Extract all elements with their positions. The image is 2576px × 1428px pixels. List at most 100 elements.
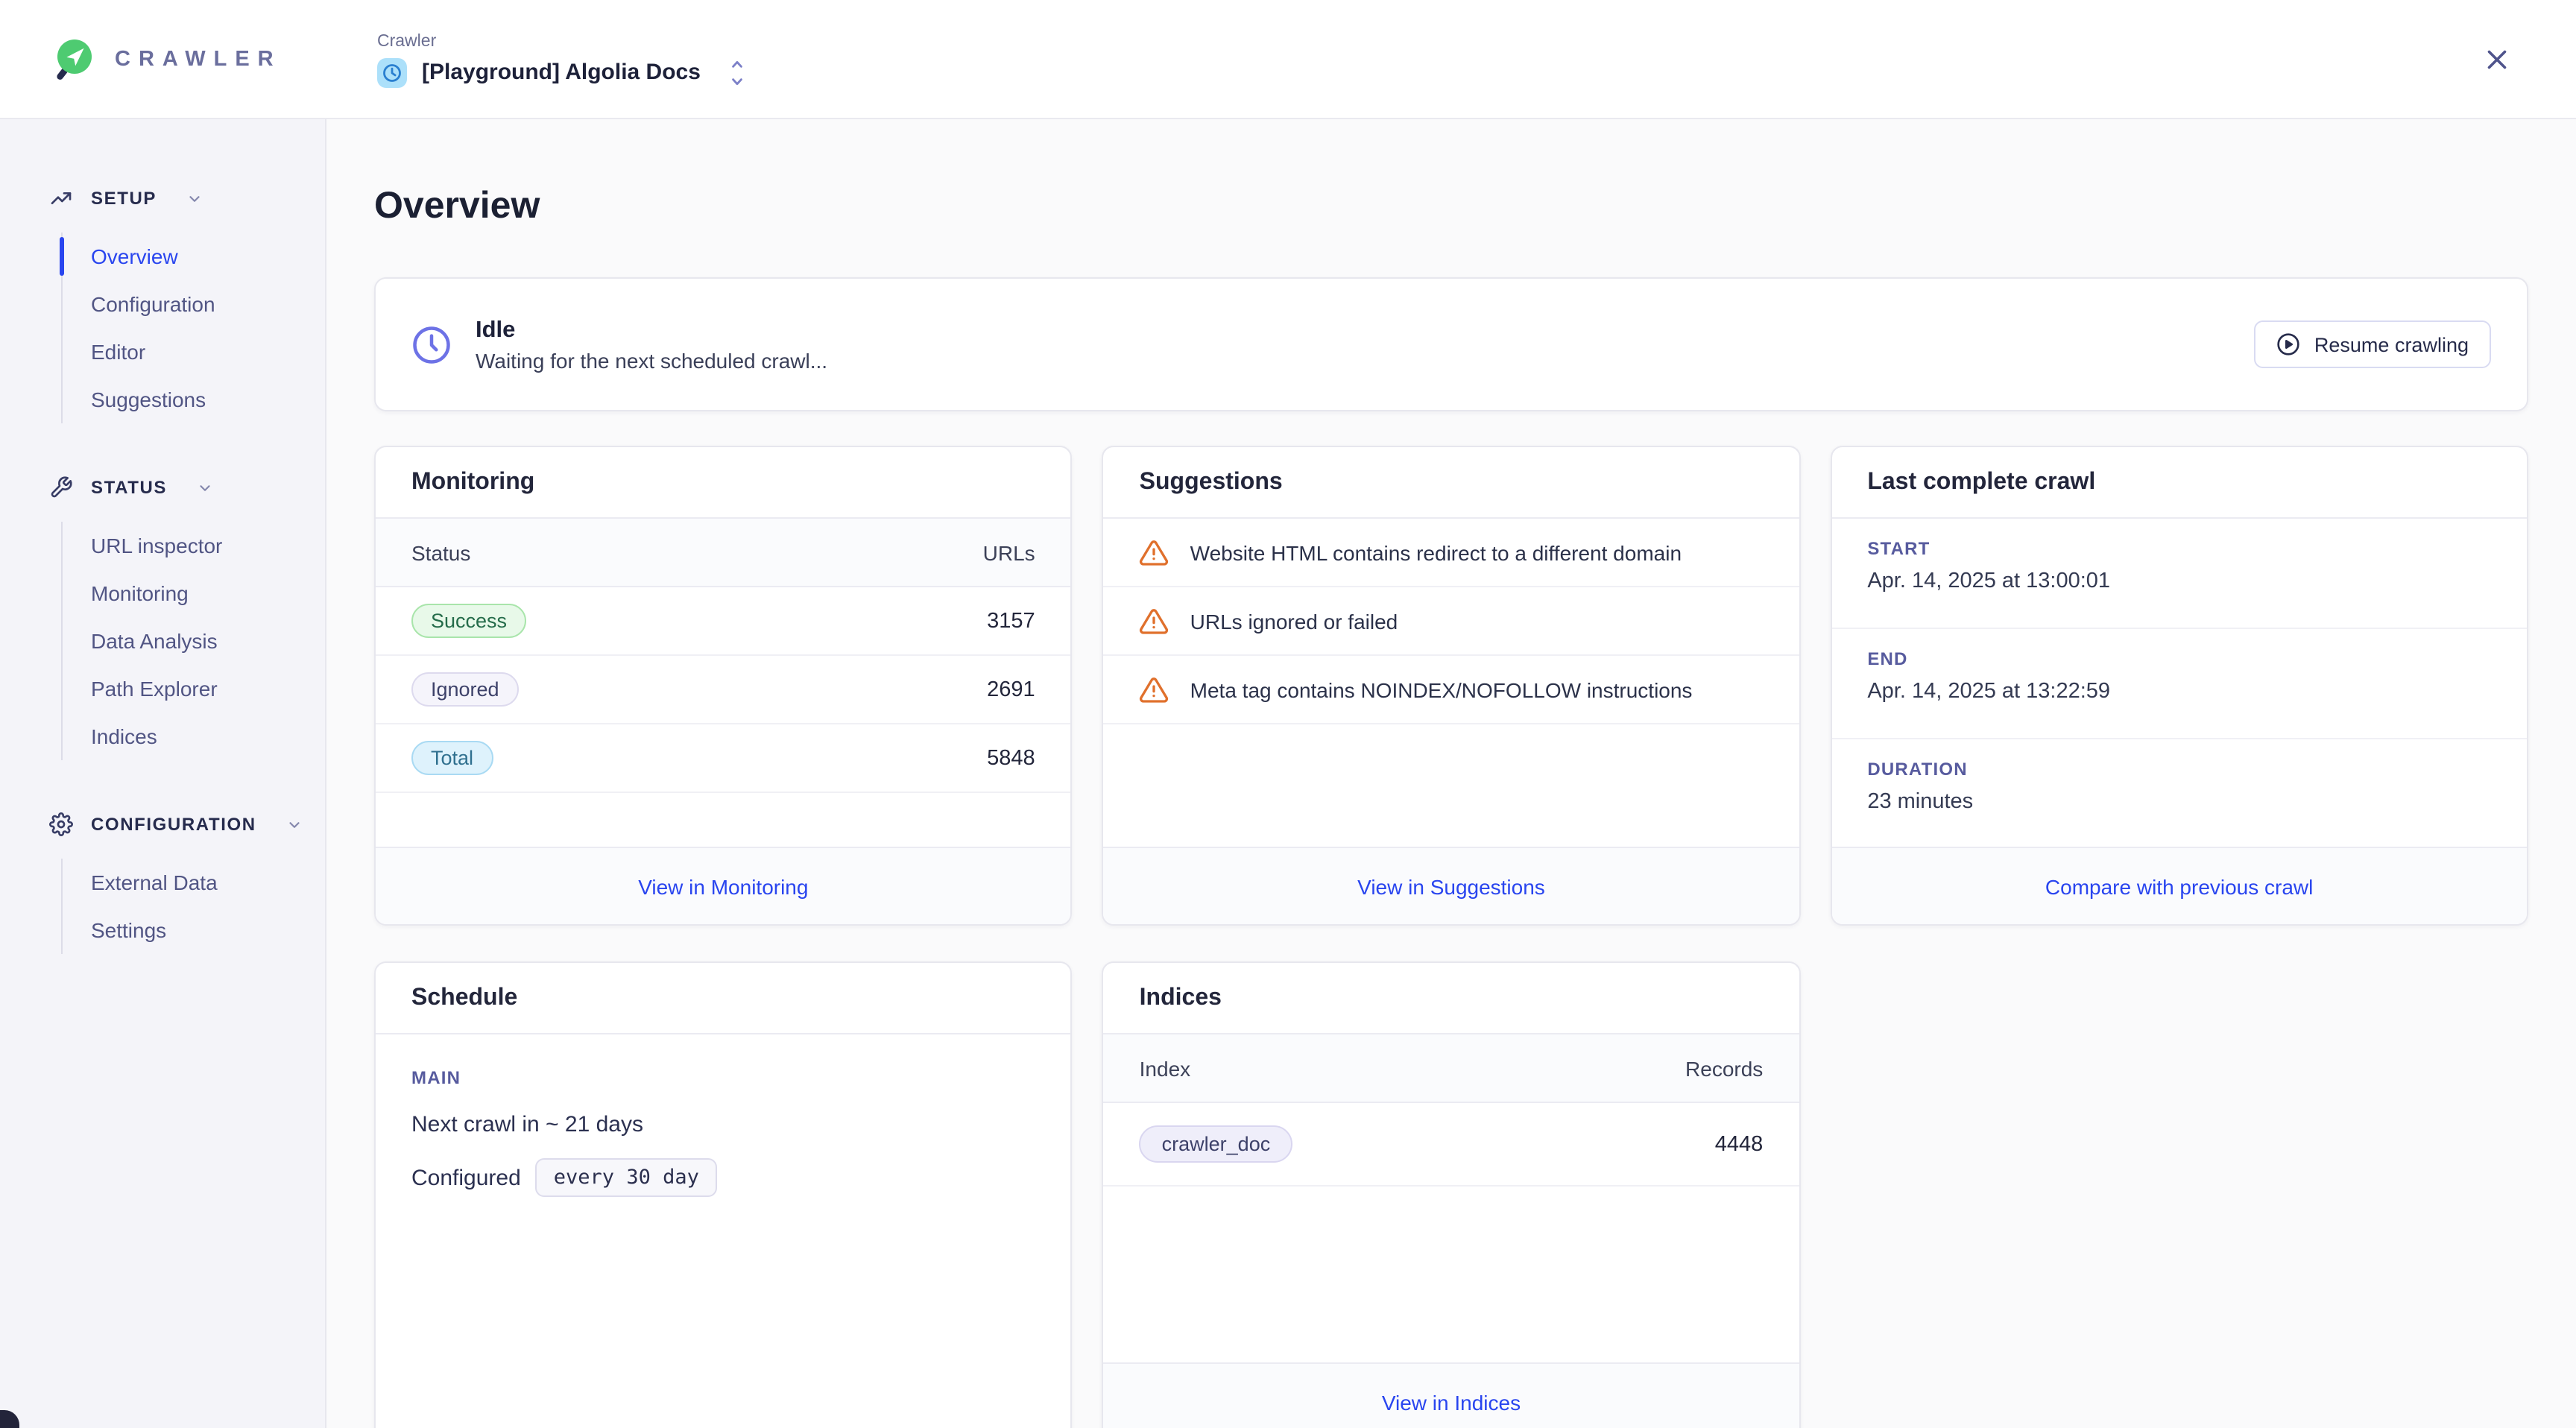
sidebar-section-label: SETUP	[91, 188, 157, 209]
sidebar-section-status-header[interactable]: STATUS	[49, 468, 325, 507]
monitoring-card-header: Monitoring	[376, 447, 1071, 519]
schedule-card: Schedule MAIN Next crawl in ~ 21 days Co…	[374, 961, 1073, 1428]
suggestions-card-header: Suggestions	[1104, 447, 1799, 519]
breadcrumb-label: Crawler	[377, 32, 747, 50]
schedule-card-header: Schedule	[376, 963, 1071, 1034]
crawler-selector[interactable]: [Playground] Algolia Docs	[377, 57, 747, 87]
column-urls: URLs	[983, 540, 1035, 564]
crawler-logo-text: CRAWLER	[115, 48, 282, 72]
urls-count: 3157	[987, 609, 1035, 633]
last-crawl-start-row: START Apr. 14, 2025 at 13:00:01	[1831, 519, 2527, 629]
sidebar-item-settings[interactable]: Settings	[63, 906, 325, 954]
sidebar-item-external-data[interactable]: External Data	[63, 859, 325, 906]
field-label: START	[1867, 538, 2491, 559]
field-value: 23 minutes	[1867, 790, 2491, 814]
crawler-selector-name: [Playground] Algolia Docs	[422, 60, 701, 85]
column-index: Index	[1140, 1056, 1191, 1080]
crawler-app: CRAWLER Crawler [Playground] Algolia Doc…	[0, 0, 2576, 1428]
configured-label: Configured	[411, 1165, 521, 1190]
sidebar-item-editor[interactable]: Editor	[63, 328, 325, 376]
sidebar-section-setup-header[interactable]: SETUP	[49, 179, 325, 218]
last-crawl-card-title: Last complete crawl	[1867, 469, 2095, 496]
chevron-down-icon	[197, 479, 213, 496]
resume-crawling-button[interactable]: Resume crawling	[2255, 320, 2491, 368]
crawler-clock-chip-icon	[377, 57, 407, 87]
topbar: CRAWLER Crawler [Playground] Algolia Doc…	[0, 0, 2576, 119]
indices-card-header: Indices	[1104, 963, 1799, 1034]
indices-card: Indices Index Records crawler_doc 4448	[1102, 961, 1801, 1428]
breadcrumb: Crawler [Playground] Algolia Docs	[377, 0, 747, 119]
field-value: Apr. 14, 2025 at 13:00:01	[1867, 569, 2491, 593]
warning-triangle-icon	[1140, 674, 1169, 704]
schedule-card-title: Schedule	[411, 985, 517, 1011]
last-crawl-card: Last complete crawl START Apr. 14, 2025 …	[1830, 446, 2528, 926]
view-in-suggestions-link[interactable]: View in Suggestions	[1357, 874, 1545, 898]
status-badge-total: Total	[411, 741, 493, 775]
crawl-status-state: Idle	[476, 317, 827, 344]
sidebar-item-overview[interactable]: Overview	[63, 233, 325, 280]
table-row: crawler_doc 4448	[1104, 1103, 1799, 1187]
view-in-indices-link[interactable]: View in Indices	[1382, 1390, 1521, 1414]
sidebar-section-label: CONFIGURATION	[91, 814, 256, 835]
chevron-updown-icon	[727, 57, 747, 87]
sidebar-section-setup: SETUP Overview Configuration Editor Sugg…	[49, 179, 325, 423]
sidebar-section-status: STATUS URL inspector Monitoring Data Ana…	[49, 468, 325, 760]
suggestion-item: Meta tag contains NOINDEX/NOFOLLOW instr…	[1104, 656, 1799, 724]
view-in-monitoring-link[interactable]: View in Monitoring	[638, 874, 808, 898]
status-badge-ignored: Ignored	[411, 672, 519, 707]
close-icon[interactable]	[2484, 46, 2510, 73]
compare-previous-crawl-link[interactable]: Compare with previous crawl	[2045, 874, 2313, 898]
field-label: DURATION	[1867, 759, 2491, 780]
crawl-status-message: Waiting for the next scheduled crawl...	[476, 348, 827, 372]
suggestion-text: URLs ignored or failed	[1190, 609, 1398, 633]
sidebar-item-suggestions[interactable]: Suggestions	[63, 376, 325, 423]
index-name-pill: crawler_doc	[1140, 1125, 1293, 1163]
sidebar-section-label: STATUS	[91, 477, 167, 498]
resume-crawling-label: Resume crawling	[2314, 333, 2469, 356]
schedule-interval-chip: every 30 day	[536, 1158, 717, 1197]
crawl-status-banner: Idle Waiting for the next scheduled craw…	[374, 277, 2528, 411]
indices-card-title: Indices	[1140, 985, 1222, 1011]
monitoring-table-header: Status URLs	[376, 519, 1071, 587]
field-label: END	[1867, 648, 2491, 669]
indices-card-footer: View in Indices	[1104, 1362, 1799, 1428]
sidebar-item-monitoring[interactable]: Monitoring	[63, 569, 325, 617]
clock-icon	[411, 324, 452, 364]
page-title: Overview	[374, 185, 2528, 228]
column-status: Status	[411, 540, 470, 564]
field-value: Apr. 14, 2025 at 13:22:59	[1867, 680, 2491, 704]
warning-triangle-icon	[1140, 537, 1169, 567]
sidebar-item-configuration[interactable]: Configuration	[63, 280, 325, 328]
suggestion-text: Meta tag contains NOINDEX/NOFOLLOW instr…	[1190, 677, 1693, 701]
sidebar: SETUP Overview Configuration Editor Sugg…	[0, 119, 326, 1428]
trending-up-icon	[49, 186, 73, 210]
next-crawl-text: Next crawl in ~ 21 days	[411, 1112, 1035, 1137]
urls-count: 2691	[987, 677, 1035, 701]
gear-icon	[49, 812, 73, 836]
sidebar-item-url-inspector[interactable]: URL inspector	[63, 522, 325, 569]
table-row: Success 3157	[376, 587, 1071, 656]
suggestions-card-title: Suggestions	[1140, 469, 1283, 496]
table-row: Total 5848	[376, 724, 1071, 793]
sidebar-item-indices[interactable]: Indices	[63, 713, 325, 760]
monitoring-card-footer: View in Monitoring	[376, 847, 1071, 924]
table-row: Ignored 2691	[376, 656, 1071, 724]
suggestion-text: Website HTML contains redirect to a diff…	[1190, 540, 1682, 564]
sidebar-section-configuration-header[interactable]: CONFIGURATION	[49, 805, 325, 844]
monitoring-card-title: Monitoring	[411, 469, 534, 496]
crawl-status-texts: Idle Waiting for the next scheduled craw…	[476, 317, 827, 372]
indices-table-header: Index Records	[1104, 1034, 1799, 1103]
monitoring-card: Monitoring Status URLs Success 3157 Igno…	[374, 446, 1073, 926]
crawler-logo: CRAWLER	[54, 0, 282, 119]
urls-count: 5848	[987, 746, 1035, 770]
suggestion-item: Website HTML contains redirect to a diff…	[1104, 519, 1799, 587]
sidebar-item-path-explorer[interactable]: Path Explorer	[63, 665, 325, 713]
chevron-down-icon	[186, 190, 203, 206]
sidebar-item-data-analysis[interactable]: Data Analysis	[63, 617, 325, 665]
last-crawl-card-footer: Compare with previous crawl	[1831, 847, 2527, 924]
play-circle-icon	[2277, 332, 2301, 356]
suggestions-card: Suggestions Website HTML contains redire…	[1102, 446, 1801, 926]
records-count: 4448	[1715, 1132, 1764, 1156]
status-badge-success: Success	[411, 604, 526, 638]
last-crawl-duration-row: DURATION 23 minutes	[1831, 739, 2527, 847]
